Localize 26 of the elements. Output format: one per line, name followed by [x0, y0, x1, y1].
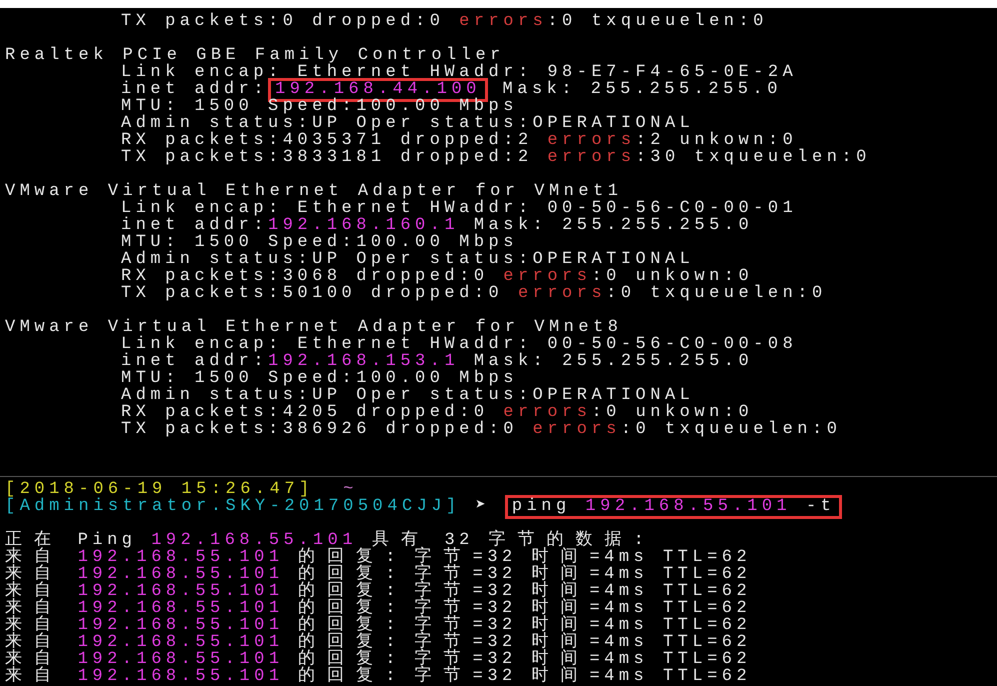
terminal-line: [2018-06-19 15:26.47] ~ [5, 481, 358, 498]
terminal-line: TX packets:0 dropped:0 errors:0 txqueuelen:0 [121, 13, 768, 30]
adapter-name: VMware Virtual Ethernet Adapter for VMnet1 [5, 183, 622, 200]
adapter-name: VMware Virtual Ethernet Adapter for VMnet8 [5, 319, 622, 336]
terminal-line: RX packets:3068 dropped:0 errors:0 unkown:0 [121, 268, 754, 285]
terminal-line: Admin status:UP Oper status:OPERATIONAL [121, 251, 694, 268]
terminal-line: inet addr:192.168.153.1 Mask: 255.255.255.0 [121, 353, 754, 370]
terminal-text: Mask: 255.255.255.0 [502, 81, 782, 98]
terminal-line: Link encap: Ethernet HWaddr: 00-50-56-C0-00-01 [121, 200, 798, 217]
terminal-line: inet addr:192.168.160.1 Mask: 255.255.255.0 [121, 217, 754, 234]
terminal-line: RX packets:4035371 dropped:2 errors:2 unkown:0 [121, 132, 798, 149]
terminal-line: Link encap: Ethernet HWaddr: 00-50-56-C0-00-08 [121, 336, 798, 353]
terminal-line: TX packets:3833181 dropped:2 errors:30 txqueuelen:0 [121, 149, 871, 166]
terminal-line: MTU: 1500 Speed:100.00 Mbps [121, 370, 518, 387]
terminal-line: RX packets:4205 dropped:0 errors:0 unkown:0 [121, 404, 754, 421]
terminal-line: Admin status:UP Oper status:OPERATIONAL [121, 387, 694, 404]
terminal-line: TX packets:386926 dropped:0 errors:0 txqueuelen:0 [121, 421, 842, 438]
terminal-text: [Administrator.SKY-20170504CJJ] [5, 498, 461, 515]
terminal-text: ➤ [474, 498, 492, 515]
terminal-line: 来自 192.168.55.101 的回复: 字节=32 时间=4ms TTL=62 [5, 668, 752, 685]
adapter-name: Realtek PCIe GBE Family Controller [5, 47, 505, 64]
terminal-text: inet addr: [121, 81, 268, 98]
terminal-line: Admin status:UP Oper status:OPERATIONAL [121, 115, 694, 132]
highlight-box: ping 192.168.55.101 -t [504, 494, 842, 518]
terminal-line: MTU: 1500 Speed:100.00 Mbps [121, 234, 518, 251]
terminal-line: TX packets:50100 dropped:0 errors:0 txqueuelen:0 [121, 285, 827, 302]
